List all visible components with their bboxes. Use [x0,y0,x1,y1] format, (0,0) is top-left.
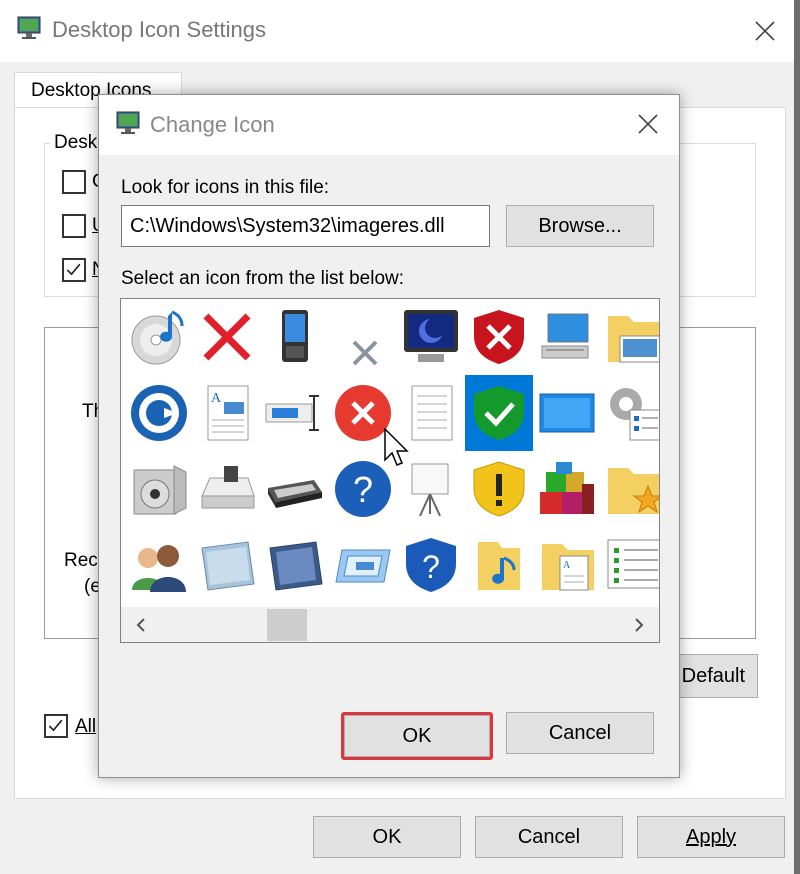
icon-file-path-input[interactable] [121,205,490,247]
folder-documents-icon[interactable]: A [533,527,601,603]
svg-text:?: ? [422,549,440,585]
bg-close-icon[interactable] [748,14,782,48]
bg-ok-button[interactable]: OK [313,816,461,858]
monitor-screensaver-icon[interactable] [397,299,465,375]
check-mark-icon [66,263,81,276]
desktop-settings-icon [17,16,41,39]
blocks-programs-icon[interactable] [533,451,601,527]
scanner-icon[interactable] [261,451,329,527]
dialog-title-bar: Change Icon [99,95,679,155]
check-mark-icon [48,719,63,732]
computer-icon[interactable] [533,299,601,375]
browse-button[interactable]: Browse... [506,205,654,247]
svg-text:A: A [211,391,222,406]
checkbox-user-files[interactable] [62,214,86,238]
red-shield-x-icon[interactable] [465,299,533,375]
small-gray-x-icon[interactable] [329,299,397,375]
music-folder-icon[interactable] [465,527,533,603]
green-shield-check-icon[interactable] [465,375,533,451]
cancel-button[interactable]: Cancel [506,712,654,754]
video-card-icon[interactable] [329,527,397,603]
select-icon-label: Select an icon from the list below: [121,268,405,289]
svg-text:A: A [563,560,571,571]
scrollbar-thumb[interactable] [267,609,307,641]
svg-text:?: ? [353,469,373,510]
look-for-label: Look for icons in this file: [121,177,330,198]
desktop-settings-icon [116,111,140,134]
desktop-icons-group-label: Desk [50,132,102,154]
users-icon[interactable] [125,527,193,603]
folder-pictures-icon[interactable] [601,299,659,375]
disc-music-icon[interactable] [125,299,193,375]
folder-star-icon[interactable] [601,451,659,527]
desktop-blue-icon[interactable] [533,375,601,451]
scroll-left-icon[interactable] [131,615,151,635]
mouse-cursor-icon [384,428,409,466]
bg-window-edge [794,0,800,874]
close-icon[interactable] [631,107,665,141]
list-window-icon[interactable] [601,527,659,603]
yellow-shield-warning-icon[interactable] [465,451,533,527]
checkbox-network[interactable] [62,258,86,282]
checkbox-allow-themes[interactable] [44,714,68,738]
bg-apply-button[interactable]: Apply [637,816,785,858]
device-panel-dark-icon[interactable] [261,527,329,603]
backup-clock-icon[interactable] [125,375,193,451]
horizontal-scrollbar[interactable] [121,607,659,642]
preview-label-recycle-bin: Rec [64,550,98,571]
document-picture-icon[interactable]: A [193,375,261,451]
scroll-right-icon[interactable] [629,615,649,635]
dialog-title: Change Icon [150,112,275,137]
red-x-icon[interactable] [193,299,261,375]
ok-button-highlight [341,712,493,760]
gear-checklist-icon[interactable] [601,375,659,451]
bg-window-title: Desktop Icon Settings [52,17,267,42]
bg-title-bar: Desktop Icon Settings [0,0,800,62]
device-panel-icon[interactable] [193,527,261,603]
icon-list[interactable]: A ? ? A [120,298,660,643]
phone-icon[interactable] [261,299,329,375]
checkbox-allow-themes-label: All [75,716,97,737]
rename-field-icon[interactable] [261,375,329,451]
media-player-icon[interactable] [125,451,193,527]
blue-shield-help-icon[interactable]: ? [397,527,465,603]
drive-icon[interactable] [193,451,261,527]
checkbox-computer[interactable] [62,170,86,194]
bg-cancel-button[interactable]: Cancel [475,816,623,858]
